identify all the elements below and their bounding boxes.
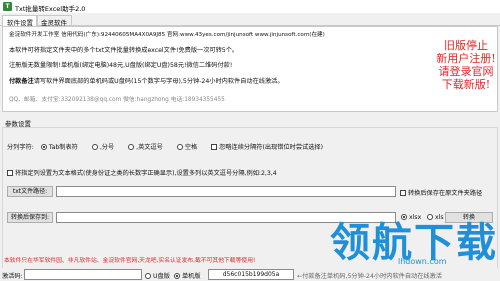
watermark-url: lhdown.com xyxy=(398,257,447,266)
delimiter-space-label: 空格 xyxy=(184,144,198,151)
checkbox-icon xyxy=(7,170,13,176)
footer-warning: 本软件只在华军软件园、非凡软件站、金淀软件官网,天龙吧,实名认证发布,截不可其他… xyxy=(4,258,256,264)
tab-jinling-software[interactable]: 金灵软件 xyxy=(36,15,72,27)
payment-note-body: 请写软件界面底部的单机码或U盘码(15个数字与字母),5分钟-24小时内软件自动… xyxy=(33,78,284,85)
txt-path-button[interactable]: txt文件路径: xyxy=(7,186,53,197)
app-icon: T xyxy=(3,2,12,11)
promo-line: 请登录官网 xyxy=(438,65,494,78)
standalone-version-label: 单机版 xyxy=(182,273,201,280)
usb-version-label: U盘版 xyxy=(153,273,170,280)
payment-note: 付款备注请写软件界面底部的单机码或U盘码(15个数字与字母),5分钟-24小时内… xyxy=(9,76,284,85)
delimiter-label: 分列字符: xyxy=(7,144,34,151)
company-info: 金淀软件开发工作室 信用代码(广东):92440605MA4X0A9J85 官网… xyxy=(9,32,325,38)
delimiter-space-option[interactable]: 空格 xyxy=(176,144,198,151)
delimiter-tab-option[interactable]: Tab制表符 xyxy=(40,144,78,151)
promo-notice: 旧版停止 新用户注册! 请登录官网 下载新版! xyxy=(431,39,500,91)
ignore-consecutive-checkbox[interactable]: 忽略连续分隔符(出现错位时尝试选择) xyxy=(211,144,323,151)
radio-icon xyxy=(128,144,135,150)
description-text: 本软件可将指定文件夹中的多个txt文件批量转换成excel文件!免费版一次可转5… xyxy=(9,47,239,54)
standalone-version-option[interactable]: 单机版 xyxy=(174,271,201,280)
delimiter-comma-option[interactable]: ,英文逗号 xyxy=(128,144,163,151)
promo-line: 新用户注册! xyxy=(436,52,496,65)
radio-icon xyxy=(91,144,98,150)
txt-path-input[interactable] xyxy=(56,186,396,197)
save-in-source-label: 转换后保存在原文件夹路径 xyxy=(408,190,483,197)
delimiter-tab-label: Tab制表符 xyxy=(48,144,78,151)
text-format-label: 将指定列设置为文本格式(使身份证之类的长数字正确显示),设置多列以英文逗号分隔,… xyxy=(15,170,277,177)
title-bar: T Txt批量转Excel助手2.0 xyxy=(0,0,500,13)
radio-icon xyxy=(174,273,180,279)
activation-label: 激活码: xyxy=(2,273,23,280)
tab-bar: 软件设置 金灵软件 xyxy=(0,14,500,27)
window-title: Txt批量转Excel助手2.0 xyxy=(15,5,86,13)
info-panel: 金淀软件开发工作室 信用代码(广东):92440605MA4X0A9J85 官网… xyxy=(2,26,498,112)
promo-line: 旧版停止 xyxy=(444,39,488,52)
usb-version-option[interactable]: U盘版 xyxy=(145,271,170,280)
save-in-source-checkbox[interactable]: 转换后保存在原文件夹路径 xyxy=(400,188,482,197)
promo-line: 下载新版! xyxy=(441,78,491,91)
radio-icon xyxy=(176,144,183,150)
pricing-text: 注册版无数量限制!单机版(绑定电脑)48元,U盘版(绑定U盘)58元!微信二维码… xyxy=(9,62,233,69)
radio-icon xyxy=(40,144,47,150)
delimiter-semicolon-label: ,分号 xyxy=(99,144,115,151)
activation-code-input[interactable] xyxy=(24,269,142,280)
delimiter-comma-label: ,英文逗号 xyxy=(136,144,163,151)
tab-software-settings[interactable]: 软件设置 xyxy=(2,15,38,27)
delimiter-row: 分列字符: Tab制表符 ,分号 ,英文逗号 空格 忽略连续分隔符(出现错位时尝… xyxy=(7,142,323,151)
delimiter-semicolon-option[interactable]: ,分号 xyxy=(91,144,115,151)
radio-icon xyxy=(145,273,151,279)
contact-info: QQ、邮箱、支付宝:332092138@qq.com 微信:hangzhong … xyxy=(9,97,225,103)
site-watermark: 领航下载 lhdown.com xyxy=(330,210,498,280)
text-format-checkbox[interactable]: 将指定列设置为文本格式(使身份证之类的长数字正确显示),设置多列以英文逗号分隔,… xyxy=(7,168,277,177)
checkbox-icon xyxy=(211,144,218,150)
ignore-consecutive-label: 忽略连续分隔符(出现错位时尝试选择) xyxy=(219,144,323,151)
output-path-button[interactable]: 转换后保存到: xyxy=(7,212,53,223)
machine-code-field[interactable]: d56c015b199d05a xyxy=(208,269,294,280)
checkbox-icon xyxy=(400,190,406,196)
payment-note-label: 付款备注 xyxy=(9,78,34,85)
